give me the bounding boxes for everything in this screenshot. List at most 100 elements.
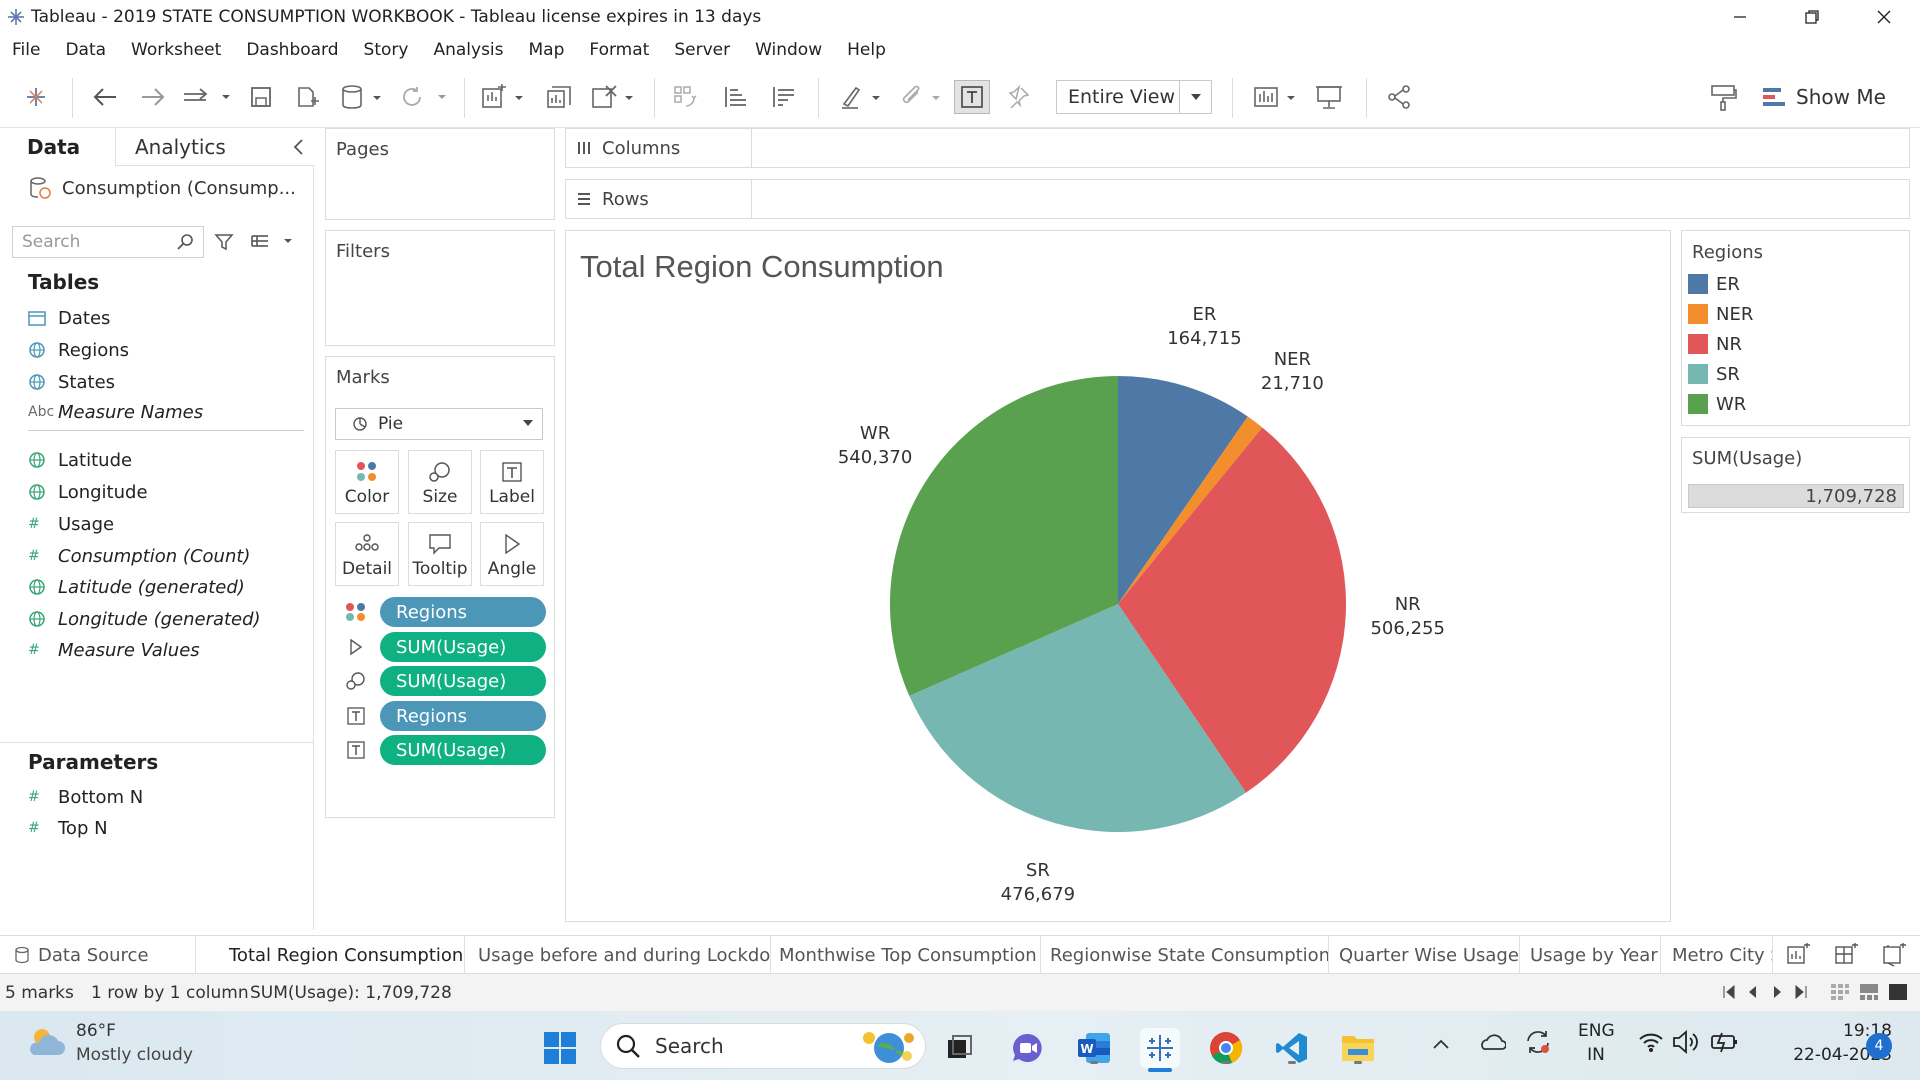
- tableau-app-icon[interactable]: [1140, 1028, 1180, 1072]
- pill-size-sum-usage[interactable]: SUM(Usage): [380, 666, 546, 696]
- vscode-app-icon[interactable]: [1272, 1028, 1312, 1068]
- rows-shelf[interactable]: Rows: [565, 179, 1910, 219]
- menu-worksheet[interactable]: Worksheet: [131, 40, 221, 60]
- menu-story[interactable]: Story: [364, 40, 409, 60]
- tab-regionwise-state[interactable]: Regionwise State Consumption: [1041, 936, 1329, 974]
- volume-icon[interactable]: [1672, 1030, 1700, 1058]
- tab-quarter-wise[interactable]: Quarter Wise Usage: [1329, 936, 1520, 974]
- field-latitude-generated[interactable]: Latitude (generated): [28, 573, 245, 601]
- param-bottom-n[interactable]: # Bottom N: [28, 783, 143, 811]
- data-source-item[interactable]: Consumption (Consump...: [28, 174, 296, 202]
- field-latitude[interactable]: Latitude: [28, 446, 132, 474]
- sorter-view-icon[interactable]: [1830, 983, 1850, 1001]
- tabs-view-icon[interactable]: [1888, 983, 1908, 1001]
- pill-label-sum-usage[interactable]: SUM(Usage): [380, 735, 546, 765]
- new-story-icon[interactable]: [1882, 942, 1908, 971]
- field-longitude[interactable]: Longitude: [28, 478, 148, 506]
- pill-angle-sum-usage[interactable]: SUM(Usage): [380, 632, 546, 662]
- refresh-icon[interactable]: [398, 80, 452, 114]
- next-sheet-icon[interactable]: [1770, 985, 1784, 999]
- format-painter-icon[interactable]: [1706, 80, 1740, 114]
- pill-label-regions[interactable]: Regions: [380, 701, 546, 731]
- tooltip-button[interactable]: Tooltip: [408, 522, 472, 586]
- tab-usage-by-year[interactable]: Usage by Year: [1520, 936, 1661, 974]
- duplicate-sheet-icon[interactable]: [542, 80, 576, 114]
- menu-analysis[interactable]: Analysis: [433, 40, 503, 60]
- sort-descending-icon[interactable]: [766, 80, 800, 114]
- columns-shelf[interactable]: Columns: [565, 128, 1910, 168]
- save-icon[interactable]: [246, 80, 276, 114]
- fix-axes-icon[interactable]: [1004, 80, 1034, 114]
- sort-ascending-icon[interactable]: [718, 80, 752, 114]
- color-button[interactable]: Color: [335, 450, 399, 514]
- field-regions[interactable]: Regions: [28, 336, 129, 364]
- tab-total-region-consumption[interactable]: Total Region Consumption: [221, 936, 465, 974]
- legend-item-er[interactable]: ER: [1688, 271, 1740, 297]
- pages-shelf[interactable]: Pages: [325, 128, 555, 220]
- prev-sheet-icon[interactable]: [1746, 985, 1760, 999]
- fit-view-dropdown[interactable]: Entire View: [1056, 80, 1212, 114]
- detail-button[interactable]: Detail: [335, 522, 399, 586]
- collapse-pane-icon[interactable]: [292, 138, 304, 160]
- minimize-button[interactable]: [1704, 0, 1776, 34]
- menu-format[interactable]: Format: [589, 40, 649, 60]
- new-worksheet-icon[interactable]: [1786, 942, 1812, 971]
- share-icon[interactable]: [1382, 80, 1416, 114]
- wifi-icon[interactable]: [1638, 1031, 1664, 1057]
- field-measure-values[interactable]: # Measure Values: [28, 636, 200, 664]
- tab-analytics[interactable]: Analytics: [116, 128, 314, 166]
- highlight-icon[interactable]: [836, 80, 890, 114]
- field-usage[interactable]: # Usage: [28, 510, 114, 538]
- mark-type-dropdown[interactable]: Pie: [335, 408, 543, 440]
- close-button[interactable]: [1848, 0, 1920, 34]
- filmstrip-view-icon[interactable]: [1859, 983, 1879, 1001]
- chrome-app-icon[interactable]: [1206, 1028, 1246, 1068]
- battery-icon[interactable]: [1710, 1030, 1740, 1058]
- list-view-icon[interactable]: [250, 232, 294, 256]
- weather-cloud-icon[interactable]: [26, 1025, 66, 1063]
- last-sheet-icon[interactable]: [1794, 985, 1808, 999]
- new-worksheet-icon[interactable]: [478, 80, 534, 114]
- presentation-mode-icon[interactable]: [1312, 80, 1346, 114]
- new-dashboard-icon[interactable]: [1834, 942, 1860, 971]
- tab-metro-city[interactable]: Metro City S: [1661, 936, 1773, 974]
- field-dates[interactable]: Dates: [28, 304, 110, 332]
- menu-window[interactable]: Window: [755, 40, 822, 60]
- legend-item-nr[interactable]: NR: [1688, 331, 1742, 357]
- legend-item-sr[interactable]: SR: [1688, 361, 1740, 387]
- angle-button[interactable]: Angle: [480, 522, 544, 586]
- task-view-icon[interactable]: [940, 1028, 980, 1068]
- menu-data[interactable]: Data: [65, 40, 106, 60]
- menu-map[interactable]: Map: [529, 40, 565, 60]
- tab-usage-lockdown[interactable]: Usage before and during Lockdo...: [469, 936, 771, 974]
- undo-icon[interactable]: [88, 80, 122, 114]
- file-explorer-icon[interactable]: [1338, 1028, 1378, 1068]
- show-cards-icon[interactable]: [1250, 80, 1306, 114]
- first-sheet-icon[interactable]: [1722, 985, 1736, 999]
- show-me-button[interactable]: Show Me: [1762, 82, 1886, 112]
- tab-data-source[interactable]: Data Source: [0, 936, 196, 974]
- legend-item-ner[interactable]: NER: [1688, 301, 1753, 327]
- lang-secondary[interactable]: IN: [1578, 1045, 1614, 1065]
- menu-server[interactable]: Server: [674, 40, 730, 60]
- notification-badge[interactable]: 4: [1866, 1033, 1892, 1059]
- filters-shelf[interactable]: Filters: [325, 230, 555, 346]
- new-data-source-icon[interactable]: [292, 80, 322, 114]
- swap-sheets-icon[interactable]: [180, 80, 236, 114]
- filter-icon[interactable]: [214, 232, 234, 256]
- sync-icon[interactable]: [1524, 1029, 1552, 1059]
- restore-button[interactable]: [1776, 0, 1848, 34]
- teams-chat-icon[interactable]: [1008, 1028, 1048, 1068]
- windows-start-icon[interactable]: [540, 1028, 580, 1068]
- label-button[interactable]: Label: [480, 450, 544, 514]
- param-top-n[interactable]: # Top N: [28, 814, 108, 842]
- field-consumption-count[interactable]: # Consumption (Count): [28, 542, 250, 570]
- tab-monthwise-top[interactable]: Monthwise Top Consumption: [771, 936, 1041, 974]
- swap-rows-columns-icon[interactable]: [668, 80, 702, 114]
- onedrive-cloud-icon[interactable]: [1478, 1031, 1507, 1055]
- field-longitude-generated[interactable]: Longitude (generated): [28, 605, 261, 633]
- search-input[interactable]: Search: [12, 226, 204, 258]
- show-mark-labels-icon[interactable]: [954, 80, 990, 114]
- group-members-icon[interactable]: [896, 80, 950, 114]
- menu-file[interactable]: File: [12, 40, 40, 60]
